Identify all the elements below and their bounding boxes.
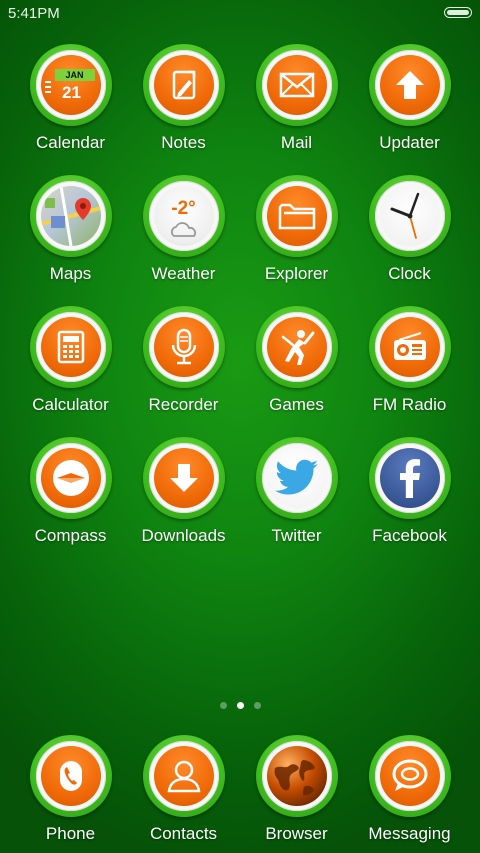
page-indicator (0, 702, 480, 709)
calendar-month: JAN (65, 70, 84, 80)
dock-phone[interactable]: Phone (14, 735, 127, 844)
app-fm-radio[interactable]: FM Radio (353, 306, 466, 437)
arrow-up-icon (395, 71, 424, 99)
app-label: Twitter (271, 526, 322, 545)
app-label: Clock (388, 264, 431, 283)
app-downloads[interactable]: Downloads (127, 437, 240, 568)
app-label: Phone (45, 824, 96, 843)
app-label: Facebook (372, 526, 447, 545)
folder-icon (278, 203, 315, 230)
page-dot-active[interactable] (236, 702, 244, 709)
app-label: Messaging (368, 824, 451, 843)
app-maps[interactable]: Maps (14, 175, 127, 306)
app-twitter[interactable]: Twitter (240, 437, 353, 568)
battery-icon (444, 7, 472, 18)
app-facebook[interactable]: Facebook (353, 437, 466, 568)
person-icon (167, 760, 200, 793)
app-notes[interactable]: Notes (127, 44, 240, 175)
phone-icon (59, 761, 82, 791)
app-grid: JAN 21 Calendar Notes Mail Updater Maps … (14, 44, 466, 568)
app-label: Browser (265, 824, 328, 843)
microphone-icon (171, 328, 196, 365)
app-row: JAN 21 Calendar Notes Mail Updater (14, 44, 466, 175)
app-label: Calendar (36, 133, 105, 152)
app-label: Mail (280, 133, 313, 152)
cloud-icon: -2° (154, 186, 214, 246)
app-label: FM Radio (372, 395, 447, 414)
compass-icon (52, 460, 89, 496)
calendar-icon: JAN 21 (41, 55, 101, 115)
app-recorder[interactable]: Recorder (127, 306, 240, 437)
app-label: Calculator (32, 395, 109, 414)
dock-contacts[interactable]: Contacts (127, 735, 240, 844)
app-label: Compass (34, 526, 107, 545)
dock: Phone Contacts Browser Messaging (14, 735, 466, 844)
weather-temp: -2° (171, 198, 196, 219)
app-row: Calculator Recorder Games FM Radio (14, 306, 466, 437)
dock-messaging[interactable]: Messaging (353, 735, 466, 844)
app-clock[interactable]: Clock (353, 175, 466, 306)
app-label: Games (269, 395, 324, 414)
app-row: Compass Downloads Twitter Facebook (14, 437, 466, 568)
mail-icon (279, 72, 314, 98)
app-label: Contacts (149, 824, 218, 843)
app-updater[interactable]: Updater (353, 44, 466, 175)
app-label: Maps (49, 264, 92, 283)
map-pin-icon (40, 186, 101, 246)
page-dot[interactable] (219, 702, 227, 709)
app-weather[interactable]: -2° Weather (127, 175, 240, 306)
page-dot[interactable] (253, 702, 261, 709)
app-calendar[interactable]: JAN 21 Calendar (14, 44, 127, 175)
app-mail[interactable]: Mail (240, 44, 353, 175)
calculator-icon (57, 330, 84, 364)
status-time: 5:41PM (8, 5, 60, 22)
cricket-player-icon (281, 330, 314, 365)
status-bar: 5:41PM (0, 0, 480, 28)
app-calculator[interactable]: Calculator (14, 306, 127, 437)
globe-icon (274, 760, 315, 796)
app-label: Updater (379, 133, 440, 152)
app-label: Notes (161, 133, 206, 152)
arrow-down-icon (169, 464, 198, 492)
app-compass[interactable]: Compass (14, 437, 127, 568)
notes-icon (172, 70, 195, 100)
dock-browser[interactable]: Browser (240, 735, 353, 844)
app-label: Recorder (148, 395, 219, 414)
app-label: Downloads (141, 526, 226, 545)
app-explorer[interactable]: Explorer (240, 175, 353, 306)
facebook-icon (399, 459, 420, 498)
app-games[interactable]: Games (240, 306, 353, 437)
app-label: Weather (151, 264, 216, 283)
app-label: Explorer (264, 264, 329, 283)
speech-bubble-icon (392, 759, 427, 791)
calendar-day: 21 (62, 83, 81, 102)
twitter-bird-icon (274, 459, 318, 495)
clock-icon (390, 192, 419, 239)
app-row: Maps -2° Weather Explorer Clock (14, 175, 466, 306)
radio-icon (393, 332, 426, 360)
